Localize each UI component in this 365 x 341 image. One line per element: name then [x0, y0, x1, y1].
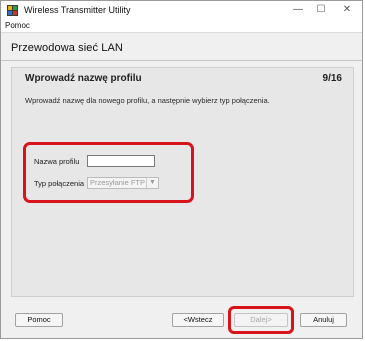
header-divider — [1, 60, 362, 61]
cancel-button[interactable]: Anuluj — [300, 313, 347, 327]
menu-bar: Pomoc — [1, 20, 362, 33]
profile-name-input[interactable] — [87, 155, 155, 167]
minimize-button[interactable]: — — [286, 2, 310, 18]
connection-type-label: Typ połączenia — [34, 179, 85, 188]
help-button[interactable]: Pomoc — [15, 313, 63, 327]
step-title: Wprowadź nazwę profilu — [25, 73, 142, 84]
title-bar: Wireless Transmitter Utility — ☐ ✕ — [1, 1, 362, 20]
section-title: Przewodowa sieć LAN — [11, 42, 123, 54]
app-window: Wireless Transmitter Utility — ☐ ✕ Pomoc… — [0, 0, 363, 339]
form-highlight-frame — [23, 142, 194, 203]
step-description: Wprowadź nazwę dla nowego profilu, a nas… — [25, 96, 270, 105]
profile-name-label: Nazwa profilu — [34, 157, 80, 166]
close-button[interactable]: ✕ — [335, 2, 359, 18]
connection-type-value: Przesyłanie FTP — [90, 178, 146, 187]
menu-item-help[interactable]: Pomoc — [5, 21, 30, 30]
app-icon — [7, 5, 18, 16]
back-button[interactable]: <Wstecz — [172, 313, 224, 327]
connection-type-select: Przesyłanie FTP ▼ — [87, 177, 159, 189]
next-highlight-frame — [228, 306, 294, 334]
maximize-button[interactable]: ☐ — [309, 2, 333, 18]
window-title: Wireless Transmitter Utility — [24, 5, 131, 15]
chevron-down-icon: ▼ — [146, 178, 158, 188]
step-counter: 9/16 — [322, 73, 342, 84]
